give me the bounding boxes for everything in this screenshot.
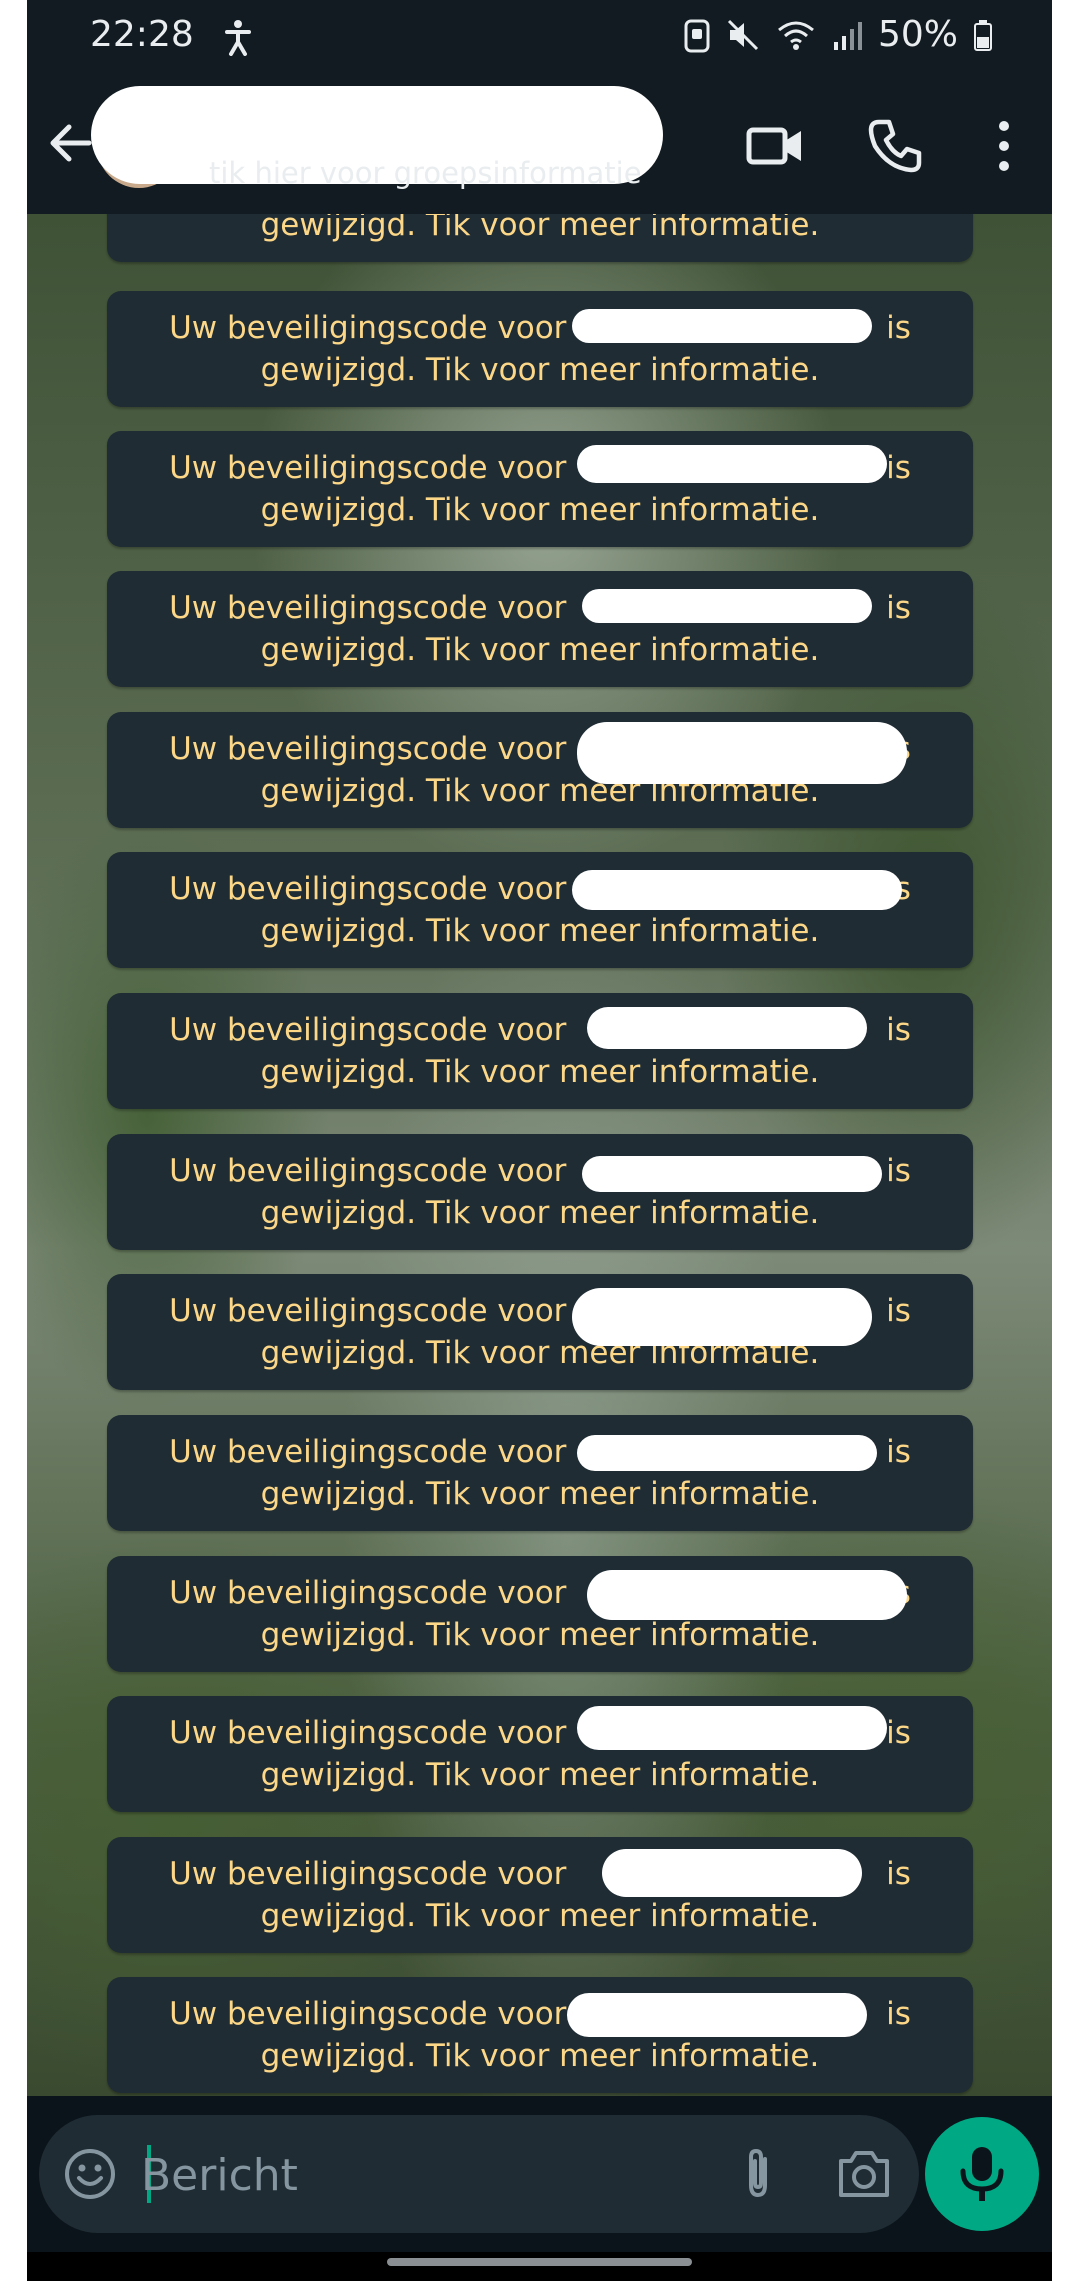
system-message-line2: gewijzigd. Tik voor meer informatie.: [260, 492, 820, 528]
more-vert-icon[interactable]: [982, 116, 1026, 176]
system-message-line2: gewijzigd. Tik voor meer informatie.: [260, 2038, 820, 2074]
redaction: [572, 1288, 872, 1346]
redaction: [582, 1156, 882, 1192]
system-message-line1: Uw beveiligingscode voor: [169, 871, 567, 907]
redaction: [577, 1706, 887, 1750]
system-message-line2: gewijzigd. Tik voor meer informatie.: [260, 1476, 820, 1512]
system-message-line1: Uw beveiligingscode voor: [169, 310, 567, 346]
system-message[interactable]: Uw beveiligingscode voor is gewijzigd. T…: [107, 571, 973, 687]
status-time: 22:28: [90, 14, 194, 55]
system-message-line2: gewijzigd. Tik voor meer informatie.: [260, 632, 820, 668]
redaction: [572, 870, 902, 910]
battery-percent: 50%: [877, 14, 958, 55]
redaction: [577, 722, 907, 784]
chat-header: tik hier voor groepsinformatie: [27, 74, 1052, 214]
system-nav-bar: [27, 2252, 1052, 2281]
system-message-is: is: [886, 1153, 911, 1189]
system-message-line1: Uw beveiligingscode voor: [169, 1293, 567, 1329]
system-message[interactable]: Uw beveiligingscode voor is gewijzigd. T…: [107, 1696, 973, 1812]
status-right: 50%: [684, 14, 992, 55]
system-message[interactable]: Uw beveiligingscode voor is gewijzigd. T…: [107, 1977, 973, 2093]
system-message-is: is: [886, 310, 911, 346]
redaction: [582, 589, 872, 623]
system-message-line1: Uw beveiligingscode voor: [169, 1434, 567, 1470]
video-call-icon[interactable]: [745, 116, 805, 176]
voice-message-button[interactable]: [925, 2117, 1039, 2231]
system-message-is: is: [886, 450, 911, 486]
system-message-line1: Uw beveiligingscode voor: [169, 1153, 567, 1189]
system-message-is: is: [886, 1293, 911, 1329]
system-message-is: is: [886, 590, 911, 626]
system-message[interactable]: Uw beveiligingscode voor is gewijzigd. T…: [107, 1415, 973, 1531]
message-composer: [39, 2115, 919, 2233]
system-message-is: is: [886, 1856, 911, 1892]
signal-icon: [833, 21, 862, 50]
system-message-line2: gewijzigd. Tik voor meer informatie.: [260, 1898, 820, 1934]
system-message-line2: gewijzigd. Tik voor meer informatie.: [260, 1195, 820, 1231]
system-message-line2: gewijzigd. Tik voor meer informatie.: [260, 214, 820, 243]
screenshot-icon: [684, 19, 710, 52]
wifi-icon: [778, 21, 814, 50]
system-message-line1: Uw beveiligingscode voor: [169, 1575, 567, 1611]
camera-icon[interactable]: [835, 2147, 893, 2201]
system-message-is: is: [886, 1434, 911, 1470]
mic-icon: [960, 2147, 1004, 2201]
status-bar: 22:28 50%: [27, 0, 1052, 74]
system-message-line1: Uw beveiligingscode voor: [169, 590, 567, 626]
system-message-line2: gewijzigd. Tik voor meer informatie.: [260, 1617, 820, 1653]
phone-screen: 22:28 50% tik hier voor groepsinformatie…: [27, 0, 1052, 2281]
redaction: [587, 1570, 907, 1620]
system-message-line1: Uw beveiligingscode voor: [169, 1996, 567, 2032]
system-message[interactable]: Uw beveiligingscode voor is gewijzigd. T…: [107, 1134, 973, 1250]
system-message-is: is: [886, 1996, 911, 2032]
system-message-line1: Uw beveiligingscode voor: [169, 1012, 567, 1048]
battery-icon: [974, 19, 992, 51]
message-input[interactable]: [139, 2137, 703, 2213]
system-message[interactable]: Uw beveiligingscode voor is gewijzigd. T…: [107, 852, 973, 968]
phone-call-icon[interactable]: [865, 116, 925, 176]
system-message[interactable]: Uw beveiligingscode voor is gewijzigd. T…: [107, 993, 973, 1109]
system-message[interactable]: gewijzigd. Tik voor meer informatie.: [107, 214, 973, 262]
chat-area[interactable]: gewijzigd. Tik voor meer informatie. Uw …: [27, 214, 1052, 2096]
header-subtitle[interactable]: tik hier voor groepsinformatie: [209, 156, 642, 190]
redaction: [567, 1993, 867, 2037]
system-message[interactable]: Uw beveiligingscode voor is gewijzigd. T…: [107, 1274, 973, 1390]
gesture-handle[interactable]: [387, 2258, 692, 2266]
system-message-line2: gewijzigd. Tik voor meer informatie.: [260, 352, 820, 388]
redaction: [577, 1435, 877, 1471]
accessibility-icon: [225, 20, 251, 56]
system-message-line1: Uw beveiligingscode voor: [169, 731, 567, 767]
attach-icon[interactable]: [729, 2145, 787, 2203]
mute-icon: [727, 19, 759, 50]
system-message-line2: gewijzigd. Tik voor meer informatie.: [260, 913, 820, 949]
system-message[interactable]: Uw beveiligingscode voor is gewijzigd. T…: [107, 291, 973, 407]
redaction: [577, 445, 887, 483]
system-message[interactable]: Uw beveiligingscode voor is gewijzigd. T…: [107, 1837, 973, 1953]
redaction: [602, 1849, 862, 1897]
system-message-line1: Uw beveiligingscode voor: [169, 450, 567, 486]
system-message[interactable]: Uw beveiligingscode voor is gewijzigd. T…: [107, 712, 973, 828]
system-message-is: is: [886, 1012, 911, 1048]
redaction: [572, 309, 872, 343]
system-message-line2: gewijzigd. Tik voor meer informatie.: [260, 1757, 820, 1793]
system-message[interactable]: Uw beveiligingscode voor is gewijzigd. T…: [107, 1556, 973, 1672]
system-message-line1: Uw beveiligingscode voor: [169, 1715, 567, 1751]
redaction: [587, 1007, 867, 1049]
system-message[interactable]: Uw beveiligingscode voor is gewijzigd. T…: [107, 431, 973, 547]
emoji-icon[interactable]: [63, 2147, 117, 2201]
system-message-line1: Uw beveiligingscode voor: [169, 1856, 567, 1892]
system-message-line2: gewijzigd. Tik voor meer informatie.: [260, 1054, 820, 1090]
system-message-is: is: [886, 1715, 911, 1751]
